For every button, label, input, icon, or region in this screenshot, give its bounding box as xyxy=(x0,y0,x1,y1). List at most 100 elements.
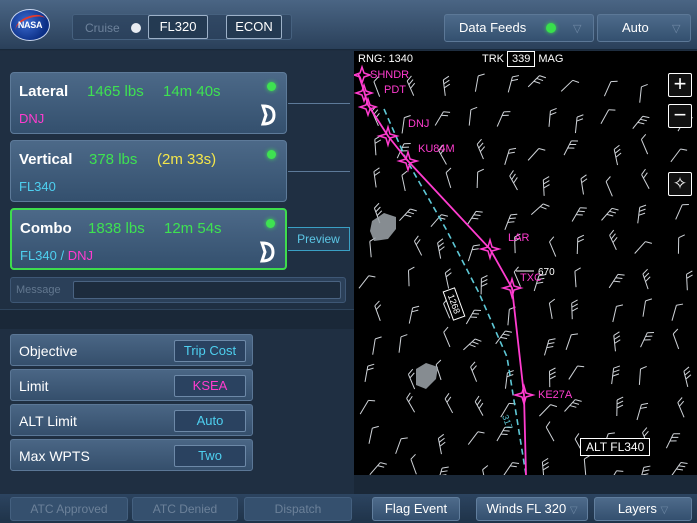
waypoint-label: KU84M xyxy=(418,143,455,155)
wind-barb xyxy=(467,431,485,445)
layers-label: Layers xyxy=(617,501,657,516)
data-feeds-label: Data Feeds xyxy=(459,20,527,35)
bottom-toolbar: ATC Approved ATC Denied Dispatch Flag Ev… xyxy=(0,494,697,523)
time-savings: (2m 33s) xyxy=(157,151,217,168)
lateral-route: DNJ xyxy=(19,111,45,126)
wind-barb xyxy=(399,208,417,222)
wind-barb xyxy=(541,458,550,475)
mode-dropdown[interactable]: Auto ▽ xyxy=(597,14,691,42)
wind-barb xyxy=(539,404,558,417)
param-limit: Limit KSEA xyxy=(10,369,253,401)
wind-barb xyxy=(364,363,375,382)
card-title: Vertical xyxy=(19,151,73,168)
send-icon[interactable] xyxy=(260,103,278,127)
wind-barb xyxy=(373,167,381,188)
wind-barb xyxy=(544,338,556,356)
objective-selector[interactable]: Trip Cost xyxy=(174,340,246,362)
wind-barb xyxy=(609,229,618,251)
cruise-toggle[interactable]: Cruise xyxy=(85,21,120,35)
wind-barb xyxy=(671,303,684,321)
wind-barb xyxy=(563,140,579,156)
waypoint-label: DNJ xyxy=(408,118,429,130)
mode-label: Auto xyxy=(622,20,649,35)
wind-barb xyxy=(571,299,579,320)
alt-label: ALT FL340 xyxy=(580,438,651,456)
wind-barb xyxy=(371,105,380,127)
wind-barb xyxy=(665,433,681,449)
wind-barb xyxy=(612,304,624,323)
zoom-out-button[interactable]: − xyxy=(668,104,692,128)
speed-mode-field[interactable]: ECON xyxy=(226,15,282,39)
winds-dropdown[interactable]: Winds FL 320 ▽ xyxy=(476,497,588,521)
wind-barb xyxy=(437,238,445,259)
wind-barb xyxy=(642,298,653,317)
proposed-route-line xyxy=(357,72,527,475)
atc-approved-button[interactable]: ATC Approved xyxy=(10,497,128,521)
wind-barb xyxy=(530,203,550,215)
combo-waypoint: DNJ xyxy=(67,248,93,263)
wind-barb xyxy=(395,437,408,454)
trajectory-panel: Lateral 1465 lbs 14m 40s DNJ Vertical 37… xyxy=(0,51,354,494)
flight-level-field[interactable]: FL320 xyxy=(148,15,208,39)
card-title: Lateral xyxy=(19,83,69,100)
layers-dropdown[interactable]: Layers ▽ xyxy=(594,497,692,521)
wind-barb xyxy=(359,399,376,415)
wind-barb xyxy=(634,241,652,254)
wind-barb xyxy=(574,114,584,134)
dispatch-button[interactable]: Dispatch xyxy=(244,497,352,521)
chevron-down-icon: ▽ xyxy=(573,23,582,35)
wind-barb xyxy=(642,268,651,290)
wind-barb xyxy=(605,176,613,197)
wind-barb xyxy=(675,204,689,220)
atc-denied-button[interactable]: ATC Denied xyxy=(132,497,238,521)
fuel-savings: 1465 lbs xyxy=(87,83,144,100)
message-input[interactable] xyxy=(73,281,341,299)
combo-card[interactable]: Combo 1838 lbs 12m 54s FL340 / DNJ xyxy=(10,208,287,270)
route-map[interactable]: 1268 317 SHNDR PDT DNJ KU84M LAR TXC KE2… xyxy=(354,51,697,475)
wind-barb xyxy=(474,395,484,416)
wind-barb xyxy=(636,402,649,421)
wind-barb xyxy=(443,326,451,348)
wind-barb xyxy=(480,275,488,295)
param-label: Limit xyxy=(19,378,49,394)
wind-barb xyxy=(641,168,650,189)
param-label: Max WPTS xyxy=(19,448,90,464)
wind-barb xyxy=(413,235,423,256)
zoom-in-button[interactable]: + xyxy=(668,73,692,97)
send-icon[interactable] xyxy=(259,240,277,264)
time-savings: 12m 54s xyxy=(164,220,222,237)
preview-button[interactable]: Preview xyxy=(288,227,350,251)
param-label: ALT Limit xyxy=(19,413,77,429)
wind-barb xyxy=(671,462,688,475)
weather-cell xyxy=(416,363,438,389)
aircraft-icon: ✧ xyxy=(672,174,688,193)
wind-barb xyxy=(507,75,520,93)
wind-barb xyxy=(616,396,624,417)
track-value: 339 xyxy=(507,51,536,67)
limit-selector[interactable]: KSEA xyxy=(174,375,246,397)
track-readout: TRK 339 MAG xyxy=(482,51,563,67)
max-wpts-selector[interactable]: Two xyxy=(174,445,246,467)
wind-barb xyxy=(358,275,376,289)
vertical-card[interactable]: Vertical 378 lbs (2m 33s) FL340 xyxy=(10,140,287,202)
alt-limit-selector[interactable]: Auto xyxy=(174,410,246,432)
data-feeds-button[interactable]: Data Feeds ▽ xyxy=(444,14,594,42)
center-aircraft-button[interactable]: ✧ xyxy=(668,172,692,196)
wind-barb xyxy=(576,234,585,255)
lateral-card[interactable]: Lateral 1465 lbs 14m 40s DNJ xyxy=(10,72,287,134)
waypoint-label: LAR xyxy=(508,232,529,244)
wind-barb xyxy=(600,109,616,125)
wind-barb xyxy=(445,167,452,189)
wind-barb xyxy=(476,138,486,160)
wind-barb xyxy=(542,176,550,196)
range-readout: RNG: 1340 xyxy=(358,53,414,65)
wind-barb xyxy=(640,332,655,348)
track-ref: MAG xyxy=(538,53,564,65)
time-savings: 14m 40s xyxy=(163,83,221,100)
wind-barb xyxy=(613,144,622,166)
route-tag-1268: 1268 xyxy=(442,287,466,321)
waypoint-label: 670 xyxy=(538,267,555,278)
flag-event-button[interactable]: Flag Event xyxy=(372,497,460,521)
message-row: Message xyxy=(10,277,346,303)
nasa-logo: NASA xyxy=(10,9,50,41)
